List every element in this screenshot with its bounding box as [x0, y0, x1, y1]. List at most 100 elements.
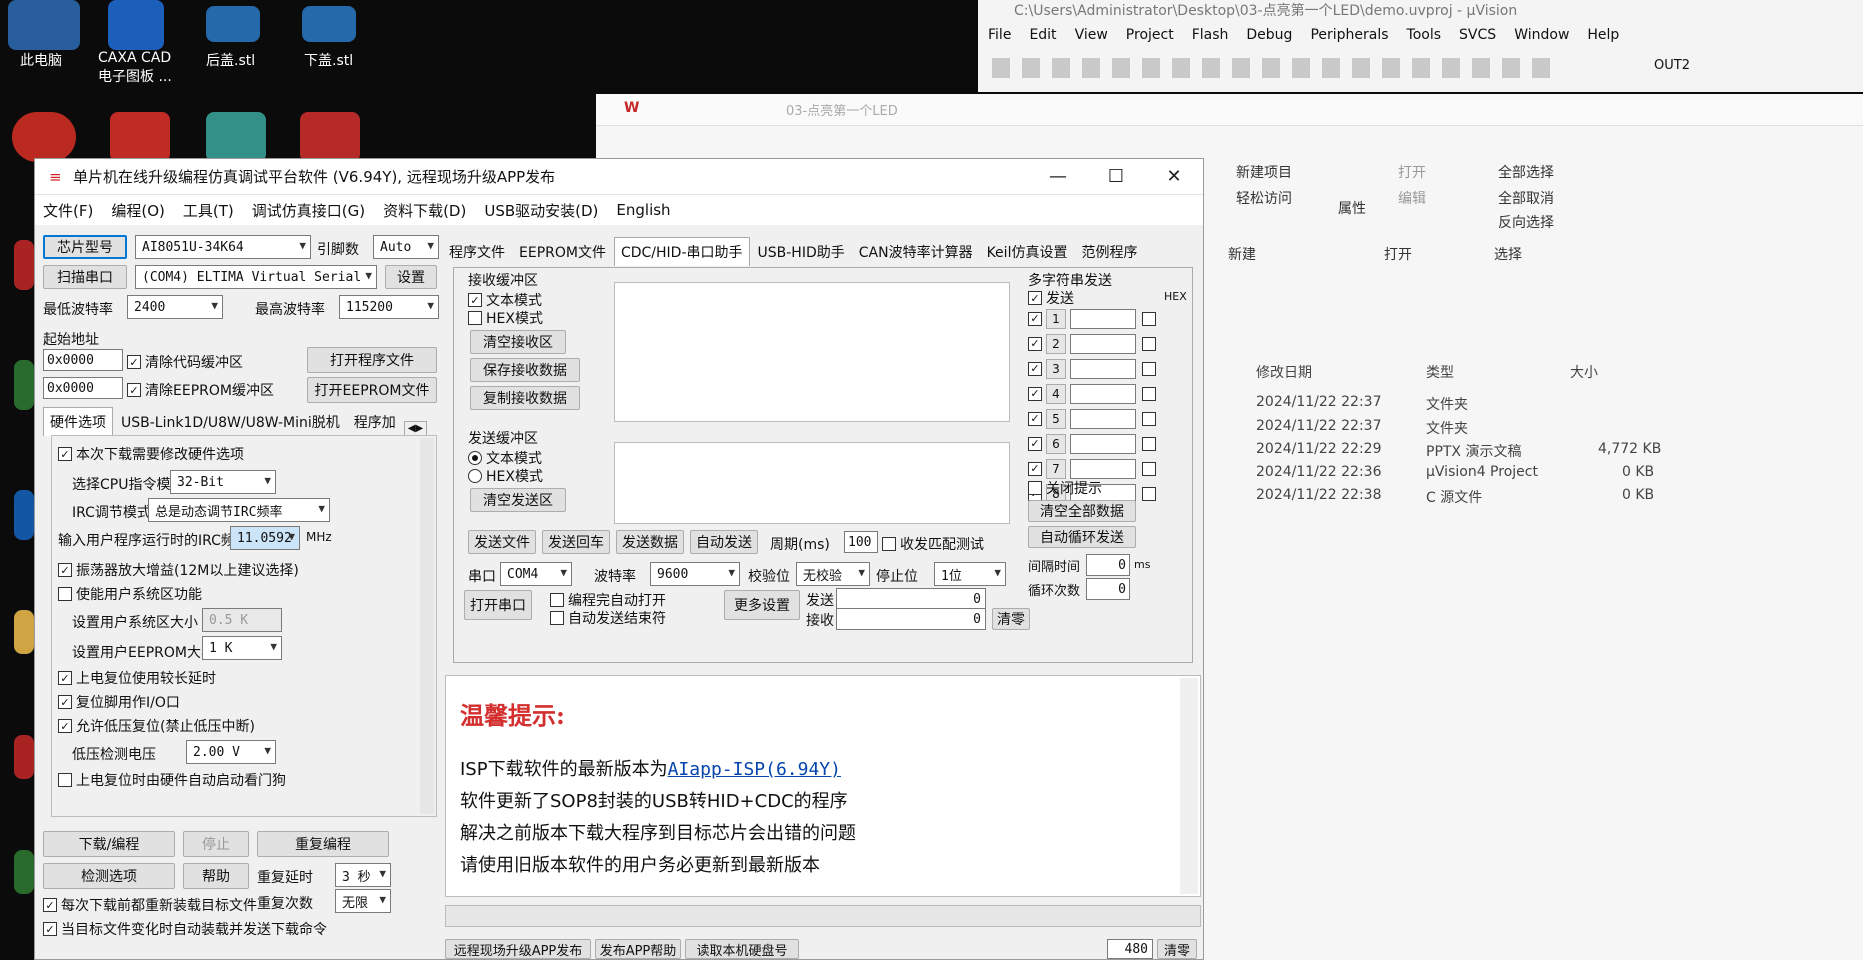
tab-keil-sim[interactable]: Keil仿真设置	[981, 238, 1074, 266]
multi-send-input[interactable]	[1070, 383, 1136, 404]
notice-scrollbar[interactable]	[1180, 678, 1198, 894]
desktop-icon-caxa[interactable]	[108, 0, 164, 50]
ribbon-open[interactable]: 打开	[1398, 162, 1426, 182]
close-tip-checkbox[interactable]: 关闭提示	[1028, 478, 1102, 498]
eeprom-size-select[interactable]: 1 K ▼	[202, 636, 282, 660]
publish-help-button[interactable]: 发布APP帮助	[595, 939, 681, 959]
user-sys-checkbox[interactable]: 使能用户系统区功能	[58, 584, 202, 604]
desktop-icon-stl-back[interactable]	[206, 6, 260, 42]
multi-send-input[interactable]	[1070, 458, 1136, 479]
tab-can-baud[interactable]: CAN波特率计算器	[853, 238, 979, 266]
repeat-delay-select[interactable]: 3 秒 ▼	[335, 863, 391, 887]
modify-hw-checkbox[interactable]: ✓ 本次下载需要修改硬件选项	[58, 444, 244, 464]
desktop-icon-ev[interactable]	[206, 112, 266, 162]
keil-target-select[interactable]: OUT2	[1654, 58, 1834, 80]
wdt-checkbox[interactable]: 上电复位时由硬件自动启动看门狗	[58, 770, 286, 790]
auto-loop-send-button[interactable]: 自动循环发送	[1028, 526, 1136, 548]
keil-menu-tools[interactable]: Tools	[1407, 27, 1442, 43]
hex-checkbox[interactable]	[1142, 486, 1156, 501]
user-sys-size-select[interactable]: 0.5 K	[202, 608, 282, 632]
repeat-count-select[interactable]: 无限 ▼	[335, 889, 391, 913]
low-voltage-select[interactable]: 2.00 V ▼	[186, 740, 276, 764]
latest-version-link[interactable]: AIapp-ISP(6.94Y)	[668, 759, 841, 780]
menu-file[interactable]: 文件(F)	[43, 200, 93, 221]
send-text-mode-radio[interactable]: 文本模式	[468, 448, 542, 468]
ribbon-select-all[interactable]: 全部选择	[1498, 162, 1554, 182]
auto-send-button[interactable]: 自动发送	[690, 530, 758, 554]
tab-eeprom-file[interactable]: EEPROM文件	[513, 238, 612, 266]
address-input-eeprom[interactable]: 0x0000	[43, 377, 123, 399]
long-delay-checkbox[interactable]: ✓ 上电复位使用较长延时	[58, 668, 216, 688]
recv-text-mode-checkbox[interactable]: ✓ 文本模式	[468, 290, 542, 310]
minimize-button[interactable]: —	[1029, 159, 1087, 195]
ribbon-edit[interactable]: 编辑	[1398, 188, 1426, 208]
ribbon-select-none[interactable]: 全部取消	[1498, 188, 1554, 208]
col-size[interactable]: 大小	[1570, 362, 1598, 382]
min-baud-select[interactable]: 2400 ▼	[127, 295, 223, 319]
hex-checkbox[interactable]	[1142, 336, 1156, 351]
checkbox-icon[interactable]: ✓	[1028, 386, 1042, 401]
menu-english[interactable]: English	[616, 201, 670, 219]
hex-checkbox[interactable]	[1142, 311, 1156, 326]
auto-open-checkbox[interactable]: 编程完自动打开	[550, 590, 666, 610]
recv-buffer-textarea[interactable]	[614, 282, 1010, 422]
open-eeprom-file-button[interactable]: 打开EEPROM文件	[307, 377, 437, 403]
read-disk-button[interactable]: 读取本机硬盘号	[685, 939, 799, 959]
tab-program-file[interactable]: 程序文件	[443, 238, 511, 266]
pins-select[interactable]: Auto ▼	[373, 235, 439, 259]
hex-checkbox[interactable]	[1142, 361, 1156, 376]
irc-mode-select[interactable]: 总是动态调节IRC频率 ▼	[148, 498, 330, 522]
clear-all-data-button[interactable]: 清空全部数据	[1028, 500, 1136, 522]
checkbox-icon[interactable]: ✓	[1028, 311, 1042, 326]
recv-hex-mode-checkbox[interactable]: HEX模式	[468, 308, 543, 328]
remote-upgrade-button[interactable]: 远程现场升级APP发布	[445, 939, 591, 959]
baud-select[interactable]: 9600 ▼	[650, 562, 740, 586]
multi-send-index-button[interactable]: 7	[1046, 458, 1066, 479]
file-row[interactable]: 2024/11/22 22:36 µVision4 Project 0 KB	[1256, 464, 1676, 486]
send-cr-button[interactable]: 发送回车	[542, 530, 610, 554]
desktop-icon-stl-bottom[interactable]	[302, 6, 356, 42]
multi-send-input[interactable]	[1070, 333, 1136, 354]
multi-send-index-button[interactable]: 2	[1046, 333, 1066, 354]
open-port-button[interactable]: 打开串口	[464, 590, 532, 620]
send-file-button[interactable]: 发送文件	[468, 530, 536, 554]
checkbox-icon[interactable]: ✓	[1028, 361, 1042, 376]
menu-debug[interactable]: 调试仿真接口(G)	[252, 200, 365, 221]
send-hex-mode-radio[interactable]: HEX模式	[468, 466, 543, 486]
keil-menu-window[interactable]: Window	[1514, 27, 1569, 43]
file-row[interactable]: 2024/11/22 22:29 PPTX 演示文稿 4,772 KB	[1256, 441, 1676, 463]
open-program-file-button[interactable]: 打开程序文件	[307, 347, 437, 373]
keil-menu-view[interactable]: View	[1075, 27, 1108, 43]
loop-count-input[interactable]: 0	[1086, 578, 1130, 600]
irc-freq-select[interactable]: 11.0592 ▼	[230, 526, 300, 550]
settings-button[interactable]: 设置	[385, 265, 437, 289]
tab-encrypt[interactable]: 程序加	[348, 408, 402, 436]
col-date[interactable]: 修改日期	[1256, 362, 1312, 382]
stop-button[interactable]: 停止	[183, 831, 249, 857]
keil-menu-edit[interactable]: Edit	[1029, 27, 1056, 43]
chip-model-select[interactable]: AI8051U-34K64 ▼	[135, 235, 311, 259]
send-buffer-textarea[interactable]	[614, 442, 1010, 524]
keil-menu-file[interactable]: File	[988, 27, 1011, 43]
clear-recv-button[interactable]: 清空接收区	[470, 330, 566, 354]
tab-hardware-options[interactable]: 硬件选项	[43, 407, 113, 436]
checkbox-icon[interactable]: ✓	[1028, 461, 1042, 476]
download-button[interactable]: 下载/编程	[43, 831, 175, 857]
multi-send-input[interactable]	[1070, 358, 1136, 379]
menu-program[interactable]: 编程(O)	[111, 200, 165, 221]
osc-gain-checkbox[interactable]: ✓ 振荡器放大增益(12M以上建议选择)	[58, 560, 299, 580]
address-input-code[interactable]: 0x0000	[43, 349, 123, 371]
close-button[interactable]: ✕	[1145, 159, 1203, 195]
port-select[interactable]: (COM4) ELTIMA Virtual Serial ▼	[135, 265, 377, 289]
auto-load-checkbox[interactable]: ✓ 当目标文件变化时自动装载并发送下载命令	[43, 919, 327, 939]
hex-checkbox[interactable]	[1142, 461, 1156, 476]
file-row[interactable]: 2024/11/22 22:38 C 源文件 0 KB	[1256, 487, 1676, 509]
tab-examples[interactable]: 范例程序	[1075, 238, 1143, 266]
keil-menu-project[interactable]: Project	[1126, 27, 1174, 43]
hex-checkbox[interactable]	[1142, 386, 1156, 401]
stop-bits-select[interactable]: 1位 ▼	[934, 562, 1006, 586]
tab-scroll-arrows[interactable]: ◀▶	[403, 421, 428, 436]
keil-menu-flash[interactable]: Flash	[1192, 27, 1229, 43]
reload-target-checkbox[interactable]: ✓ 每次下载前都重新装载目标文件	[43, 895, 257, 915]
file-row[interactable]: 2024/11/22 22:37 文件夹	[1256, 418, 1676, 440]
